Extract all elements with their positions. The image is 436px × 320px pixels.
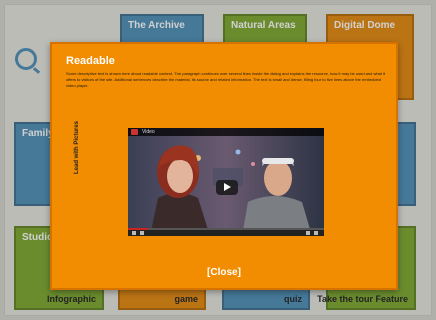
channel-icon	[131, 129, 138, 135]
close-button[interactable]: [Close]	[204, 266, 244, 280]
fullscreen-icon[interactable]	[314, 231, 318, 235]
video-progress-fill	[128, 228, 148, 230]
play-pause-icon[interactable]	[132, 231, 136, 235]
modal-title: Readable	[66, 55, 115, 67]
play-icon[interactable]	[216, 180, 238, 195]
video-player[interactable]: Video	[128, 128, 324, 236]
video-title: Video	[142, 129, 155, 135]
video-progress[interactable]	[128, 228, 324, 230]
volume-icon[interactable]	[140, 231, 144, 235]
video-controls[interactable]	[128, 228, 324, 236]
video-title-bar: Video	[128, 128, 324, 136]
modal-description: Some descriptive text is shown here abou…	[66, 71, 386, 89]
settings-icon[interactable]	[306, 231, 310, 235]
readable-modal: Readable Some descriptive text is shown …	[50, 42, 398, 290]
vertical-caption: Lead with Pictures	[74, 120, 80, 174]
